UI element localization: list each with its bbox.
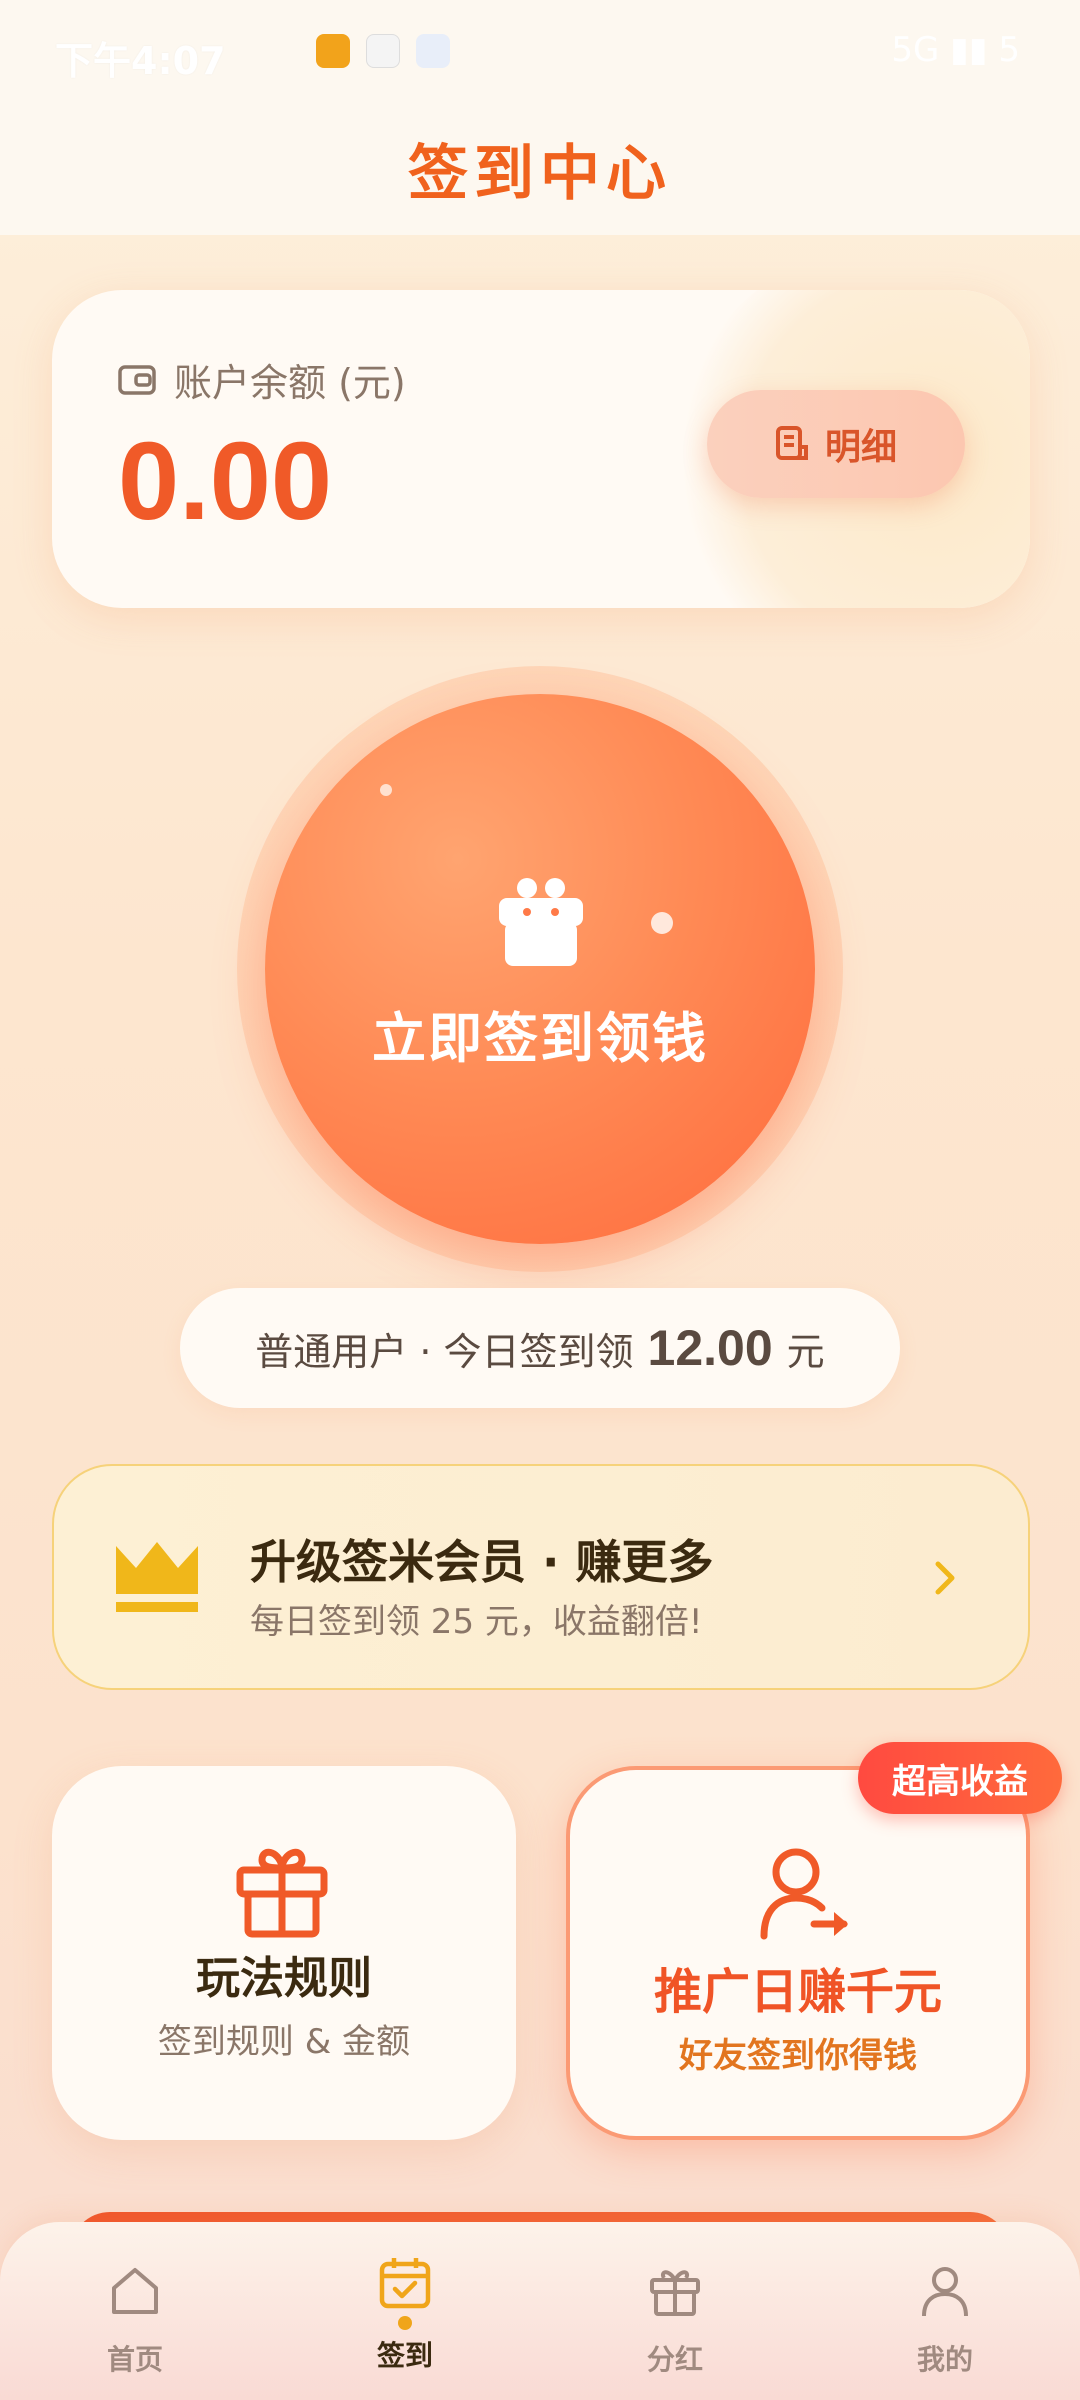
user-icon <box>922 2267 968 2317</box>
sparkle-dot <box>651 912 673 934</box>
balance-value: 0.00 <box>118 420 333 543</box>
chevron-right-icon <box>935 1561 955 1595</box>
app-notification-icon <box>416 34 450 68</box>
detail-button-label: 明细 <box>824 427 897 468</box>
nav-label: 首页 <box>106 2343 163 2376</box>
app-notification-icon <box>316 34 350 68</box>
balance-label-row: 账户余额 (元) <box>118 352 406 407</box>
gift-icon <box>499 878 583 966</box>
balance-card: 账户余额 (元) 0.00 明细 <box>52 290 1030 608</box>
bottom-nav: 首页 签到 分红 我的 <box>0 2222 1080 2400</box>
nav-item-sign[interactable]: 签到 <box>270 2222 540 2400</box>
vip-title: 升级签米会员 · 赚更多 <box>250 1535 714 1589</box>
rules-title: 玩法规则 <box>196 1953 372 2004</box>
gift-icon <box>236 1848 328 1938</box>
home-icon <box>112 2268 158 2314</box>
detail-button[interactable]: 明细 <box>707 390 965 498</box>
app-notification-icon <box>366 34 400 68</box>
sign-in-label: 立即签到领钱 <box>372 1007 708 1070</box>
reward-prefix: 普通用户 · 今日签到领 <box>255 1329 634 1374</box>
nav-item-home[interactable]: 首页 <box>0 2222 270 2400</box>
document-icon <box>775 426 808 460</box>
nav-label: 签到 <box>376 2339 433 2372</box>
status-bar: 下午4:07 5G ▮▮ 5 <box>0 22 1080 83</box>
promote-card[interactable]: 推广日赚千元 好友签到你得钱 <box>566 1766 1030 2140</box>
status-time: 下午4:07 <box>55 39 226 83</box>
sign-in-button[interactable]: 立即签到领钱 <box>265 694 815 1244</box>
gift-icon <box>650 2270 700 2316</box>
status-signal: 5G ▮▮ 5 <box>891 30 1020 70</box>
sparkle-dot <box>380 784 392 796</box>
vip-subtitle: 每日签到领 25 元，收益翻倍! <box>250 1602 703 1642</box>
nav-item-dividend[interactable]: 分红 <box>540 2222 810 2400</box>
reward-amount: 12.00 <box>647 1320 773 1376</box>
wallet-icon <box>118 364 156 395</box>
page-title: 签到中心 <box>408 139 672 209</box>
crown-icon <box>116 1542 198 1612</box>
header-bar: 下午4:07 5G ▮▮ 5 签到中心 <box>0 0 1080 235</box>
balance-label: 账户余额 (元) <box>174 361 406 405</box>
vip-upgrade-banner[interactable]: 升级签米会员 · 赚更多 每日签到领 25 元，收益翻倍! <box>52 1464 1030 1690</box>
promote-subtitle: 好友签到你得钱 <box>679 2036 917 2076</box>
rules-card[interactable]: 玩法规则 签到规则 & 金额 <box>52 1766 516 2140</box>
nav-label: 我的 <box>916 2343 973 2376</box>
nav-item-mine[interactable]: 我的 <box>810 2222 1080 2400</box>
rules-subtitle: 签到规则 & 金额 <box>157 2022 411 2062</box>
promote-title: 推广日赚千元 <box>653 1964 942 2020</box>
user-share-icon <box>760 1848 848 1940</box>
high-earnings-badge: 超高收益 <box>858 1742 1062 1814</box>
daily-reward-pill: 普通用户 · 今日签到领 12.00 元 <box>180 1288 900 1408</box>
reward-unit: 元 <box>786 1329 825 1374</box>
active-indicator <box>398 2316 412 2330</box>
calendar-check-icon <box>379 2258 431 2309</box>
nav-label: 分红 <box>646 2343 703 2376</box>
